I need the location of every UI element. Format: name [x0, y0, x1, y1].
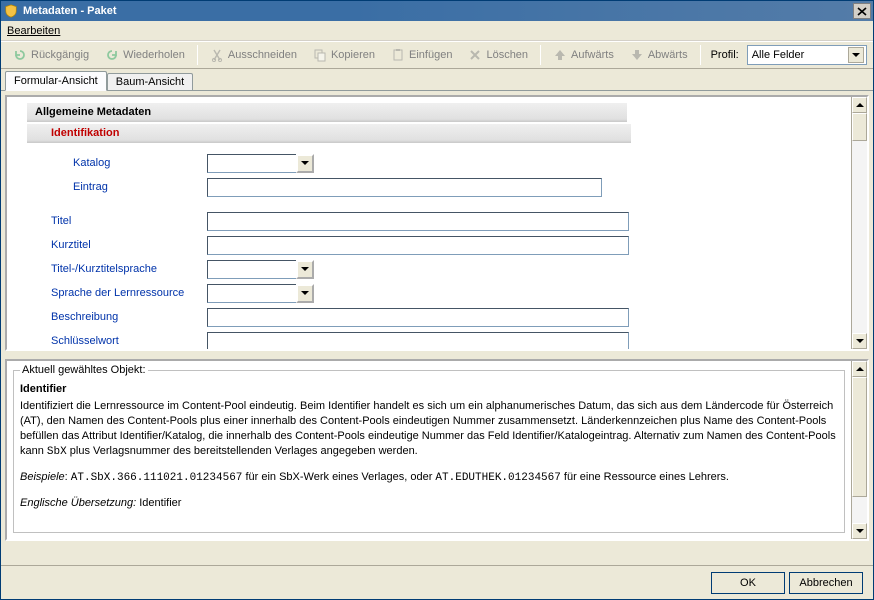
copy-icon: [313, 48, 327, 62]
examples-label: Beispiele: [20, 471, 65, 483]
english-value: Identifier: [139, 497, 181, 509]
scroll-down-button[interactable]: [852, 523, 867, 539]
ok-button[interactable]: OK: [711, 572, 785, 594]
paste-button[interactable]: Einfügen: [385, 46, 458, 64]
move-up-button[interactable]: Aufwärts: [547, 46, 620, 64]
section-general: Allgemeine Metadaten: [27, 103, 627, 122]
move-down-button[interactable]: Abwärts: [624, 46, 694, 64]
info-panel: Aktuell gewähltes Objekt: Identifier Ide…: [5, 359, 869, 541]
separator: [540, 45, 541, 65]
info-legend: Aktuell gewähltes Objekt:: [20, 363, 148, 378]
input-kurztitel[interactable]: [207, 236, 629, 255]
katalog-dropdown-button[interactable]: [296, 154, 314, 173]
cut-button[interactable]: Ausschneiden: [204, 46, 303, 64]
tab-tree[interactable]: Baum-Ansicht: [107, 73, 193, 91]
scroll-up-button[interactable]: [852, 97, 867, 113]
separator: [700, 45, 701, 65]
form-scrollbar[interactable]: [851, 97, 867, 349]
profil-label: Profil:: [711, 49, 739, 61]
label-titelsprache: Titel-/Kurztitelsprache: [27, 263, 207, 275]
scroll-track[interactable]: [852, 377, 867, 523]
input-titel[interactable]: [207, 212, 629, 231]
copy-button[interactable]: Kopieren: [307, 46, 381, 64]
input-schluesselwort[interactable]: [207, 332, 629, 350]
input-titelsprache[interactable]: [207, 260, 297, 279]
close-button[interactable]: [853, 3, 871, 19]
info-body-2: plus Verlagsnummer des bereitstellenden …: [67, 445, 418, 457]
label-titel: Titel: [27, 215, 207, 227]
menubar: Bearbeiten: [1, 21, 873, 41]
redo-button[interactable]: Wiederholen: [99, 46, 191, 64]
input-sprache[interactable]: [207, 284, 297, 303]
example-text-2: für eine Ressource eines Lehrers.: [561, 471, 729, 483]
titlebar: Metadaten - Paket: [1, 1, 873, 21]
english-label: Englische Übersetzung: [20, 497, 133, 509]
delete-icon: [468, 48, 482, 62]
chevron-down-icon: [848, 47, 864, 63]
undo-button[interactable]: Rückgängig: [7, 46, 95, 64]
delete-button[interactable]: Löschen: [462, 46, 534, 64]
label-kurztitel: Kurztitel: [27, 239, 207, 251]
info-code-sbx: SbX: [47, 446, 67, 458]
profil-select[interactable]: Alle Felder: [747, 45, 867, 65]
section-identification: Identifikation: [27, 124, 631, 143]
paste-icon: [391, 48, 405, 62]
label-beschreibung: Beschreibung: [27, 311, 207, 323]
example-code-2: AT.EDUTHEK.01234567: [435, 472, 560, 484]
tabstrip: Formular-Ansicht Baum-Ansicht: [1, 69, 873, 91]
scroll-down-button[interactable]: [852, 333, 867, 349]
cancel-button[interactable]: Abbrechen: [789, 572, 863, 594]
app-icon: [3, 3, 19, 19]
scroll-up-button[interactable]: [852, 361, 867, 377]
form-panel: Allgemeine Metadaten Identifikation Kata…: [5, 95, 869, 351]
info-scrollbar[interactable]: [851, 361, 867, 539]
arrow-down-icon: [630, 48, 644, 62]
profil-value: Alle Felder: [752, 49, 805, 61]
undo-icon: [13, 48, 27, 62]
titelsprache-dropdown-button[interactable]: [296, 260, 314, 279]
window-title: Metadaten - Paket: [23, 5, 853, 17]
label-eintrag: Eintrag: [27, 181, 207, 193]
separator: [197, 45, 198, 65]
scroll-thumb[interactable]: [852, 377, 867, 497]
toolbar: Rückgängig Wiederholen Ausschneiden Kopi…: [1, 41, 873, 69]
button-bar: OK Abbrechen: [1, 565, 873, 599]
input-eintrag[interactable]: [207, 178, 602, 197]
label-schluesselwort: Schlüsselwort: [27, 335, 207, 347]
input-beschreibung[interactable]: [207, 308, 629, 327]
label-sprache: Sprache der Lernressource: [27, 287, 207, 299]
redo-icon: [105, 48, 119, 62]
arrow-up-icon: [553, 48, 567, 62]
tab-form[interactable]: Formular-Ansicht: [5, 71, 107, 91]
info-title: Identifier: [20, 382, 838, 397]
example-code-1: AT.SbX.366.111021.01234567: [71, 472, 243, 484]
example-text-1: für ein SbX-Werk eines Verlages, oder: [242, 471, 435, 483]
menu-edit[interactable]: Bearbeiten: [7, 25, 60, 37]
scroll-track[interactable]: [852, 113, 867, 333]
scroll-thumb[interactable]: [852, 113, 867, 141]
input-katalog[interactable]: [207, 154, 297, 173]
label-katalog: Katalog: [27, 157, 207, 169]
sprache-dropdown-button[interactable]: [296, 284, 314, 303]
cut-icon: [210, 48, 224, 62]
